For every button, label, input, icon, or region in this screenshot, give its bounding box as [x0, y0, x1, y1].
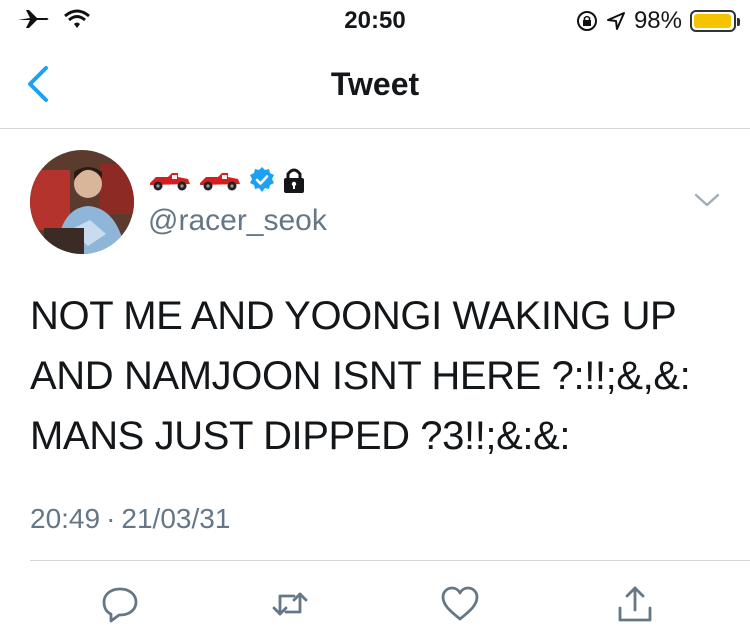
like-icon[interactable] [440, 584, 480, 624]
tweet-date: 21/03/31 [121, 503, 231, 534]
battery-icon [690, 10, 740, 32]
user-handle[interactable]: @racer_seok [148, 204, 327, 238]
battery-percent: 98% [633, 7, 682, 34]
status-bar: 20:50 98% [0, 0, 750, 40]
page-title: Tweet [330, 66, 420, 102]
lock-icon [284, 168, 304, 193]
retweet-icon[interactable] [270, 584, 310, 624]
battery-fill [694, 14, 732, 28]
tweet-text: NOT ME AND YOONGI WAKING UP AND NAMJOON … [30, 294, 691, 458]
verified-badge-icon [250, 167, 274, 192]
chevron-down-icon[interactable] [694, 192, 720, 208]
divider [30, 560, 750, 561]
reply-icon[interactable] [100, 584, 140, 624]
race-car-icon [150, 173, 190, 191]
display-name [148, 166, 306, 194]
race-car-icon [200, 173, 240, 191]
tweet-timestamp: 20:49 · 21/03/31 [30, 503, 230, 535]
nav-bar: Tweet [0, 40, 750, 129]
avatar[interactable] [30, 150, 134, 254]
orientation-lock-icon [576, 11, 597, 31]
share-icon[interactable] [615, 584, 655, 624]
tweet-time: 20:49 [30, 503, 101, 534]
separator: · [106, 503, 116, 534]
location-icon [606, 12, 625, 30]
